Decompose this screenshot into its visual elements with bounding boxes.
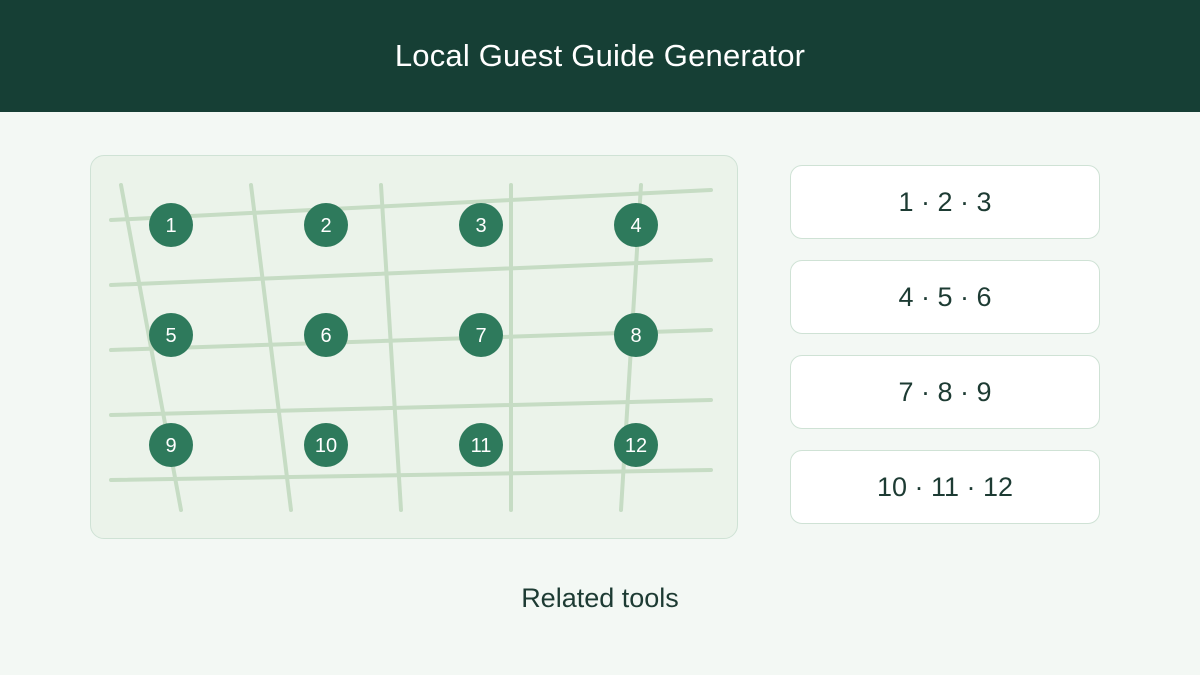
street-line: [109, 398, 713, 417]
map-pin-label: 9: [165, 435, 176, 457]
map-pin[interactable]: 9: [149, 423, 193, 467]
map-pin-label: 6: [320, 325, 331, 347]
app-header: Local Guest Guide Generator: [0, 0, 1200, 112]
related-tools-link[interactable]: Related tools: [0, 583, 1200, 614]
map-pin[interactable]: 5: [149, 313, 193, 357]
map-pin-label: 4: [630, 215, 641, 237]
map-pin-label: 7: [475, 325, 486, 347]
map-pin-label: 10: [315, 435, 337, 457]
street-line: [109, 258, 713, 287]
street-map: 1 2 3 45 6 7 89 10 11 12: [109, 183, 713, 512]
map-pin[interactable]: 8: [614, 313, 658, 357]
stop-group-list: 1 · 2 · 3 4 · 5 · 6 7 · 8 · 9 10 · 11 · …: [790, 165, 1100, 545]
stop-group-button[interactable]: 7 · 8 · 9: [790, 355, 1100, 429]
map-pin[interactable]: 11: [459, 423, 503, 467]
map-pin-label: 2: [320, 215, 331, 237]
map-pin[interactable]: 7: [459, 313, 503, 357]
map-pin[interactable]: 1: [149, 203, 193, 247]
stop-group-button[interactable]: 4 · 5 · 6: [790, 260, 1100, 334]
street-line: [249, 183, 293, 512]
stop-group-button[interactable]: 10 · 11 · 12: [790, 450, 1100, 524]
stop-group-button[interactable]: 1 · 2 · 3: [790, 165, 1100, 239]
map-pin[interactable]: 10: [304, 423, 348, 467]
map-pin-label: 12: [625, 435, 647, 457]
map-pin[interactable]: 3: [459, 203, 503, 247]
map-pin-label: 3: [475, 215, 486, 237]
map-pin[interactable]: 4: [614, 203, 658, 247]
street-line: [379, 183, 403, 512]
map-pin-label: 11: [471, 435, 492, 457]
map-pin[interactable]: 2: [304, 203, 348, 247]
map-pin-label: 1: [165, 215, 176, 237]
map-pin[interactable]: 6: [304, 313, 348, 357]
map-pin[interactable]: 12: [614, 423, 658, 467]
map-pin-label: 8: [630, 325, 641, 347]
map-pin-label: 5: [165, 325, 176, 347]
page-title: Local Guest Guide Generator: [394, 38, 806, 73]
map-panel[interactable]: 1 2 3 4 5 6 7 8 9 10 11 12: [90, 155, 738, 539]
